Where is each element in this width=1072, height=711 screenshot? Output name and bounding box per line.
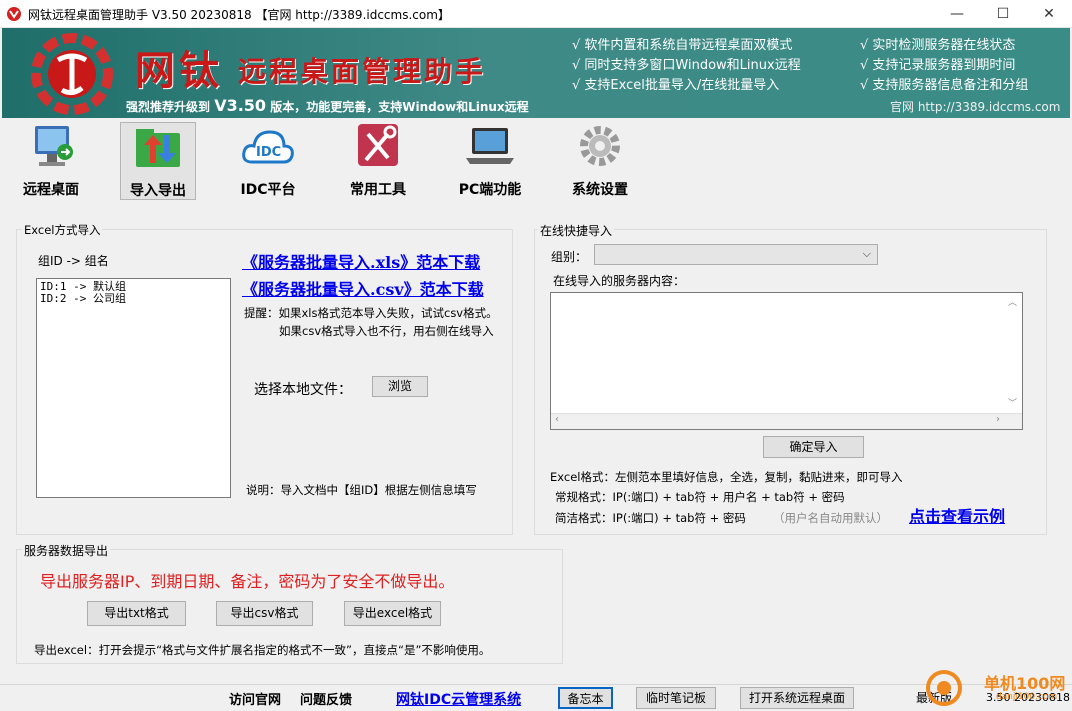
format-normal-line: 常规格式：IP(:端口) + tab符 + 用户名 + tab符 + 密码 [555, 490, 845, 504]
notepad-button[interactable]: 临时笔记板 [636, 687, 716, 709]
banner-title-sub: 远程桌面管理助手 [238, 55, 487, 88]
list-item[interactable]: ID:2 -> 公司组 [40, 293, 227, 305]
tip-line-2: 如果csv格式导入也不行，用右侧在线导入 [279, 324, 494, 338]
promo-suffix: 版本，功能更完善，支持Window和Linux远程 [270, 100, 529, 114]
toolbar-label: 远程桌面 [23, 182, 79, 198]
header-banner: 网钛 远程桌面管理助手 强烈推荐升级到 V3.50 版本，功能更完善，支持Win… [2, 28, 1070, 118]
toolbar-label: PC端功能 [458, 182, 522, 198]
promo-prefix: 强烈推荐升级到 [126, 100, 211, 114]
server-content-textarea[interactable]: ‹ › ︿ ﹀ [550, 292, 1023, 430]
title-bar: 网钛远程桌面管理助手 V3.50 20230818 【官网 http://338… [0, 0, 1072, 28]
idc-system-link[interactable]: 网钛IDC云管理系统 [396, 689, 521, 709]
content-label: 在线导入的服务器内容： [553, 274, 686, 288]
laptop-icon [466, 128, 514, 164]
watermark-text: 单机100网 [984, 674, 1066, 693]
export-title: 服务器数据导出 [22, 542, 111, 559]
xls-template-link[interactable]: 《服务器批量导入.xls》范本下载 [242, 249, 480, 273]
horizontal-scrollbar[interactable]: ‹ › [551, 413, 1022, 429]
toolbar-system-settings[interactable]: 系统设置 [562, 122, 638, 200]
confirm-import-button[interactable]: 确定导入 [763, 436, 864, 458]
feature-left-1: √ 软件内置和系统自带远程桌面双模式 [572, 38, 793, 53]
toolbar-common-tools[interactable]: 常用工具 [340, 122, 416, 200]
feedback-link[interactable]: 问题反馈 [300, 689, 352, 708]
import-note: 说明：导入文档中【组ID】根据左侧信息填写 [246, 483, 477, 497]
scroll-left-icon[interactable]: ‹ [555, 414, 559, 425]
scroll-down-icon[interactable]: ﹀ [1008, 396, 1017, 409]
toolbar-label: IDC平台 [240, 182, 296, 198]
toolbar-pc-features[interactable]: PC端功能 [450, 122, 530, 200]
toolbar-label: 常用工具 [350, 182, 406, 198]
toolbar-idc-platform[interactable]: IDC IDC平台 [230, 122, 306, 200]
feature-right-2: √ 支持记录服务器到期时间 [860, 58, 1016, 73]
toolbar-label: 系统设置 [572, 182, 628, 198]
chevron-down-icon: ⌵ [862, 247, 871, 260]
format-simple-hint: （用户名自动用默认） [773, 511, 888, 525]
watermark: 单机100网 danji100.com [924, 664, 1066, 708]
official-site-text: 官网 http://3389.idccms.com [890, 100, 1061, 114]
group-select-label: 组别： [551, 250, 588, 264]
close-button[interactable]: ✕ [1026, 0, 1072, 28]
export-excel-button[interactable]: 导出excel格式 [344, 601, 441, 626]
scroll-up-icon[interactable]: ︿ [1008, 295, 1017, 308]
brand-logo-icon [31, 33, 113, 115]
export-note: 导出excel：打开会提示“格式与文件扩展名指定的格式不一致”，直接点“是”不影… [34, 643, 491, 657]
app-logo-icon [7, 7, 21, 21]
promo-version: V3.50 [214, 96, 267, 115]
view-example-link[interactable]: 点击查看示例 [909, 503, 1005, 527]
feature-right-3: √ 支持服务器信息备注和分组 [860, 78, 1029, 93]
gear-icon [580, 126, 620, 166]
format-excel-line: Excel格式：左侧范本里填好信息，全选，复制，黏贴进来，即可导入 [550, 470, 903, 484]
export-txt-button[interactable]: 导出txt格式 [87, 601, 186, 626]
online-import-title: 在线快捷导入 [538, 222, 615, 239]
visit-site-link[interactable]: 访问官网 [229, 689, 281, 708]
idc-cloud-icon: IDC [242, 130, 294, 164]
svg-text:IDC: IDC [256, 145, 281, 160]
feature-left-2: √ 同时支持多窗口Window和Linux远程 [572, 58, 801, 73]
tools-icon [358, 124, 398, 166]
maximize-button[interactable]: ☐ [980, 0, 1026, 28]
toolbar-import-export[interactable]: 导入导出 [120, 122, 196, 200]
group-listbox[interactable]: ID:1 -> 默认组 ID:2 -> 公司组 [36, 278, 231, 498]
open-rdp-button[interactable]: 打开系统远程桌面 [740, 687, 854, 709]
watermark-logo-icon [926, 670, 962, 706]
browse-button[interactable]: 浏览 [372, 376, 428, 397]
tip-line-1: 提醒：如果xls格式范本导入失败，试试csv格式。 [244, 306, 498, 320]
window-title: 网钛远程桌面管理助手 V3.50 20230818 【官网 http://338… [28, 8, 450, 22]
status-bar: 访问官网 问题反馈 网钛IDC云管理系统 备忘本 临时笔记板 打开系统远程桌面 … [0, 684, 1072, 711]
excel-import-title: Excel方式导入 [22, 222, 103, 238]
main-toolbar: 远程桌面 导入导出 IDC IDC平台 常用工具 PC端功能 系统设置 [0, 118, 1072, 202]
minimize-button[interactable]: — [934, 0, 980, 28]
group-select[interactable]: ⌵ [594, 244, 878, 265]
group-list-header: 组ID -> 组名 [38, 254, 109, 268]
export-csv-button[interactable]: 导出csv格式 [216, 601, 313, 626]
format-simple-line: 简洁格式：IP(:端口) + tab符 + 密码 [555, 511, 746, 525]
toolbar-remote-desktop[interactable]: 远程桌面 [8, 122, 94, 200]
feature-left-3: √ 支持Excel批量导入/在线批量导入 [572, 78, 780, 93]
csv-template-link[interactable]: 《服务器批量导入.csv》范本下载 [242, 276, 484, 300]
feature-right-1: √ 实时检测服务器在线状态 [860, 38, 1016, 53]
remote-desktop-icon [35, 126, 73, 166]
banner-title-main: 网钛 [135, 47, 223, 94]
scroll-right-icon[interactable]: › [996, 414, 1000, 425]
memo-button[interactable]: 备忘本 [558, 687, 613, 709]
upgrade-promo: 强烈推荐升级到 V3.50 版本，功能更完善，支持Window和Linux远程 [126, 96, 529, 115]
import-export-icon [136, 129, 180, 167]
watermark-url: danji100.com [996, 692, 1058, 702]
toolbar-label: 导入导出 [130, 183, 186, 199]
choose-file-label: 选择本地文件： [254, 382, 352, 398]
export-warning: 导出服务器IP、到期日期、备注，密码为了安全不做导出。 [40, 572, 455, 591]
